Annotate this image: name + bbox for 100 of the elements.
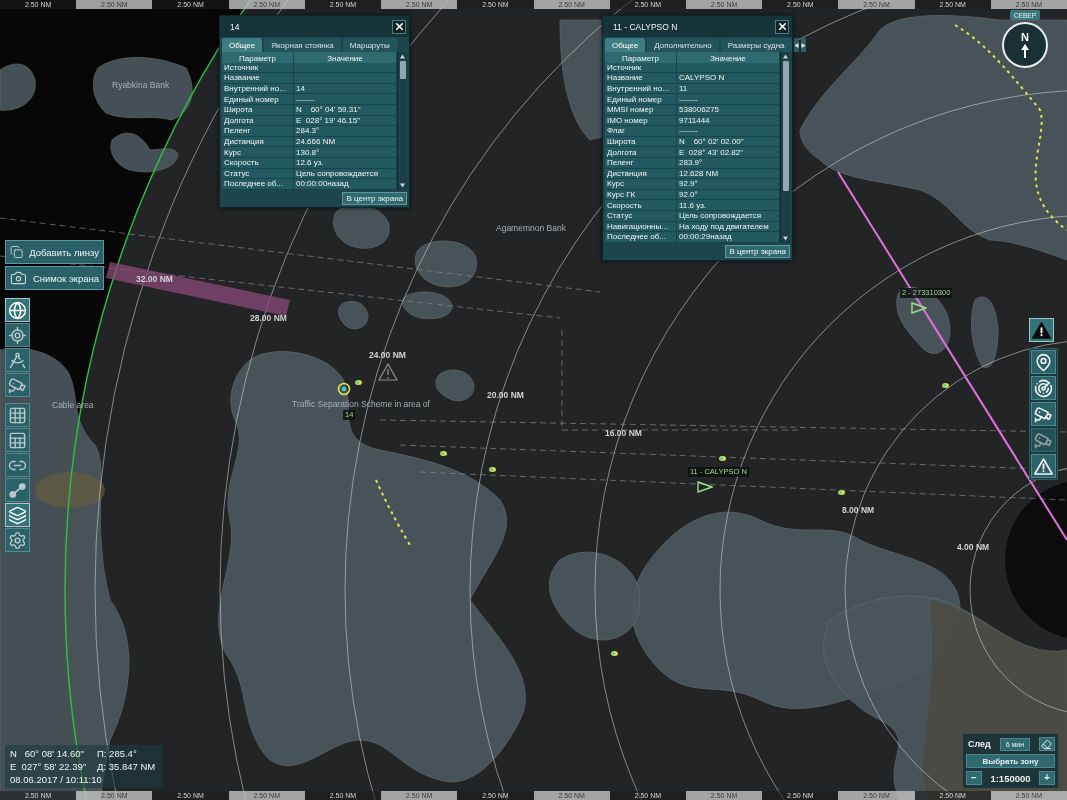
table-cell: 12.6 уз.: [294, 157, 397, 169]
toolbar-button[interactable]: [1029, 318, 1054, 342]
toolbar-button[interactable]: [1031, 350, 1056, 374]
table-cell: Единый номер: [222, 94, 294, 105]
tab[interactable]: Общее: [605, 38, 646, 52]
table-cell: 92.9°: [677, 179, 780, 190]
vessel-triangle-icon[interactable]: [911, 302, 927, 314]
tab[interactable]: Дополнительно: [647, 38, 719, 52]
screenshot-button[interactable]: Снимок экрана: [5, 266, 104, 290]
table-cell: Флаг: [605, 126, 677, 137]
range-label: 24.00 NM: [369, 350, 406, 360]
table-cell: CALYPSO N: [677, 73, 780, 84]
connected-dots-icon: [8, 480, 27, 500]
table-cell: E 028° 43' 02.82": [677, 147, 780, 158]
table-cell: -------: [677, 126, 780, 137]
radar-echo-icon: [942, 383, 949, 388]
security-camera-icon: [1034, 404, 1053, 424]
radar-echo-icon: [489, 467, 496, 472]
range-label: 16.00 NM: [605, 428, 642, 438]
scroll-up-icon: [783, 53, 788, 59]
select-zone-button[interactable]: Выбрать зону: [966, 754, 1055, 768]
security-camera-icon: [8, 375, 27, 395]
land-area: [971, 296, 999, 368]
table-cell: Цель сопровождается: [677, 210, 780, 222]
toolbar-button[interactable]: [1031, 402, 1056, 426]
table-cell: Статус: [605, 210, 677, 222]
range-label: 32.00 NM: [136, 274, 173, 284]
range-label: 8.00 NM: [842, 505, 875, 515]
tab[interactable]: Маршруты: [342, 38, 397, 52]
scale-value: 1:150000: [990, 772, 1031, 784]
caret-right-icon: [800, 42, 806, 48]
crosshair-icon: [8, 325, 27, 345]
north-letter: N: [1021, 32, 1029, 43]
table-cell: Единый номер: [605, 94, 677, 105]
vessel-triangle-icon[interactable]: [697, 481, 713, 493]
column-header: Значение: [294, 52, 397, 64]
grid-icon: [8, 405, 27, 425]
tab-scroll-left-button[interactable]: [793, 38, 799, 52]
toolbar-button[interactable]: [1031, 454, 1056, 478]
caret-left-icon: [793, 42, 799, 48]
table-cell: Пеленг: [222, 126, 294, 137]
center-on-screen-button[interactable]: В центр экрана: [342, 191, 407, 205]
table-cell: 00:00:00назад: [294, 179, 397, 190]
column-header: Параметр: [222, 52, 294, 64]
close-button[interactable]: [392, 19, 406, 34]
radar-echo-icon: [611, 651, 618, 656]
zoom-in-button[interactable]: +: [1039, 771, 1055, 785]
tab[interactable]: Размеры судна: [720, 38, 792, 52]
land-area: [338, 300, 369, 330]
scroll-down-icon: [400, 183, 405, 189]
table-cell: Пеленг: [605, 157, 677, 169]
range-label: 28.00 NM: [250, 313, 287, 323]
column-header: Значение: [677, 52, 780, 64]
radar-echo-icon: [440, 451, 447, 456]
land-area: [0, 63, 36, 111]
table-cell: Широта: [222, 104, 294, 116]
warning-icon: [1034, 456, 1053, 476]
window-title: 11 - CALYPSO N: [613, 21, 678, 32]
scrollbar[interactable]: [397, 52, 407, 190]
scrollbar[interactable]: [780, 52, 790, 243]
table-cell: Скорость: [605, 200, 677, 211]
clear-trail-button[interactable]: [1039, 737, 1055, 751]
tab[interactable]: Якорная стоянка: [264, 38, 341, 52]
bearing-readout: П: 285.4°: [97, 748, 138, 759]
table-cell: Курс: [222, 147, 294, 158]
distance-readout: Д: 35.847 NM: [97, 761, 157, 772]
place-name: Ryabkina Bank: [112, 80, 170, 90]
range-label: 4.00 NM: [957, 542, 990, 552]
toolbar-button[interactable]: [5, 503, 30, 527]
table-cell: Последнее об...: [222, 179, 294, 190]
table-cell: 11: [677, 83, 780, 95]
security-camera-icon: [1034, 430, 1053, 450]
radar-echo-trail: [375, 479, 411, 546]
add-lens-button[interactable]: Добавить линзу: [5, 240, 104, 264]
center-on-screen-button[interactable]: В центр экрана: [725, 244, 790, 258]
eraser-icon: [1041, 738, 1053, 750]
trail-label: След: [967, 739, 991, 749]
place-name: Traffic Separation Scheme in area of: [292, 399, 430, 409]
settings-icon: [8, 530, 27, 550]
radar-target-icon[interactable]: [337, 382, 351, 396]
close-button[interactable]: [775, 19, 789, 34]
radar-echo-icon: [355, 380, 362, 385]
layers-icon: [8, 505, 27, 525]
column-header: Параметр: [605, 52, 677, 64]
table-cell: 00:00:29назад: [677, 232, 780, 243]
toolbar-button[interactable]: [1031, 376, 1056, 400]
zoom-out-button[interactable]: −: [966, 771, 982, 785]
drafting-compass-icon: [8, 350, 27, 370]
table-cell: Название: [222, 73, 294, 84]
tab-scroll-right-button[interactable]: [800, 38, 806, 52]
close-icon: [776, 21, 788, 32]
warning-icon: [1032, 320, 1051, 340]
toolbar-button[interactable]: [5, 298, 30, 322]
scrollbar-thumb[interactable]: [782, 61, 789, 191]
table-cell: 14: [294, 83, 397, 95]
tab[interactable]: Общее: [222, 38, 263, 52]
hazard-triangle-icon: [378, 363, 398, 381]
scrollbar-thumb[interactable]: [399, 61, 406, 79]
table-cell: -------: [294, 94, 397, 105]
table-cell: -------: [677, 94, 780, 105]
